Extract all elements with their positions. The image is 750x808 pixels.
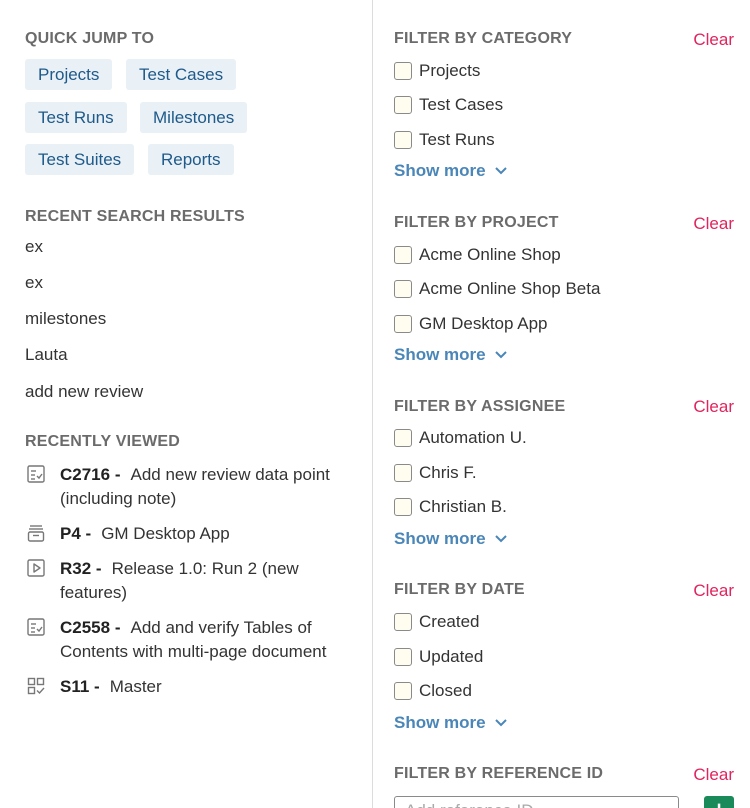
recent-search-item[interactable]: add new review bbox=[25, 382, 143, 402]
filters-panel: FILTER BY CATEGORY Clear Projects Test C… bbox=[373, 0, 750, 808]
checkbox[interactable] bbox=[394, 682, 412, 700]
recent-search-item[interactable]: Lauta bbox=[25, 345, 68, 365]
checkbox[interactable] bbox=[394, 429, 412, 447]
recently-viewed-id: R32 bbox=[60, 559, 92, 578]
recently-viewed-item[interactable]: C2716 - Add new review data point (includ… bbox=[25, 463, 355, 511]
filter-category-show-more[interactable]: Show more bbox=[394, 161, 508, 181]
chevron-down-icon bbox=[494, 351, 507, 359]
filter-date-option[interactable]: Updated bbox=[394, 647, 483, 667]
recently-viewed-title: RECENTLY VIEWED bbox=[25, 433, 181, 450]
search-sidebar-left: QUICK JUMP TO Projects Test Cases Test R… bbox=[0, 0, 372, 808]
filter-category-option[interactable]: Projects bbox=[394, 61, 480, 81]
reference-id-input[interactable] bbox=[394, 796, 679, 808]
quick-jump-test-suites[interactable]: Test Suites bbox=[25, 144, 135, 175]
recent-search-item[interactable]: ex bbox=[25, 273, 43, 293]
chevron-down-icon bbox=[494, 535, 507, 543]
quick-jump-test-cases[interactable]: Test Cases bbox=[126, 59, 237, 90]
checkbox[interactable] bbox=[394, 280, 412, 298]
recent-search-title: RECENT SEARCH RESULTS bbox=[25, 208, 245, 225]
filter-date-title: FILTER BY DATE bbox=[394, 581, 525, 598]
filter-reference-clear[interactable]: Clear bbox=[693, 765, 734, 785]
quick-jump-test-runs[interactable]: Test Runs bbox=[25, 102, 127, 133]
project-icon bbox=[25, 522, 47, 544]
filter-project-title: FILTER BY PROJECT bbox=[394, 214, 559, 231]
filter-date-option[interactable]: Closed bbox=[394, 681, 472, 701]
checkbox[interactable] bbox=[394, 96, 412, 114]
filter-project-option[interactable]: GM Desktop App bbox=[394, 314, 548, 334]
recent-search-item[interactable]: ex bbox=[25, 237, 43, 257]
filter-assignee-option[interactable]: Christian B. bbox=[394, 497, 507, 517]
filter-reference-title: FILTER BY REFERENCE ID bbox=[394, 765, 604, 782]
checkbox[interactable] bbox=[394, 246, 412, 264]
quick-jump-milestones[interactable]: Milestones bbox=[140, 102, 248, 133]
filter-assignee-option[interactable]: Chris F. bbox=[394, 463, 477, 483]
recently-viewed-item[interactable]: C2558 - Add and verify Tables of Contents… bbox=[25, 616, 355, 664]
recently-viewed-item[interactable]: P4 - GM Desktop App bbox=[25, 522, 355, 546]
test-run-icon bbox=[25, 557, 47, 579]
filter-project-option[interactable]: Acme Online Shop bbox=[394, 245, 561, 265]
chevron-down-icon bbox=[494, 167, 507, 175]
test-suite-icon bbox=[25, 675, 47, 697]
recently-viewed-id: S11 bbox=[60, 677, 90, 696]
test-case-icon bbox=[25, 616, 47, 638]
quick-jump-projects[interactable]: Projects bbox=[25, 59, 113, 90]
recently-viewed-id: C2716 bbox=[60, 465, 111, 484]
recently-viewed-id: P4 bbox=[60, 524, 81, 543]
filter-assignee-clear[interactable]: Clear bbox=[693, 397, 734, 417]
checkbox[interactable] bbox=[394, 62, 412, 80]
chevron-down-icon bbox=[494, 719, 507, 727]
recently-viewed-id: C2558 bbox=[60, 618, 111, 637]
filter-category-option[interactable]: Test Cases bbox=[394, 95, 503, 115]
filter-assignee-title: FILTER BY ASSIGNEE bbox=[394, 398, 566, 415]
filter-date-show-more[interactable]: Show more bbox=[394, 713, 508, 733]
filter-project-option[interactable]: Acme Online Shop Beta bbox=[394, 279, 600, 299]
recently-viewed-label: GM Desktop App bbox=[101, 524, 230, 543]
quick-jump-title: QUICK JUMP TO bbox=[25, 30, 155, 47]
filter-category-title: FILTER BY CATEGORY bbox=[394, 30, 573, 47]
add-reference-button[interactable]: + bbox=[704, 796, 734, 808]
checkbox[interactable] bbox=[394, 613, 412, 631]
filter-project-show-more[interactable]: Show more bbox=[394, 345, 508, 365]
recent-search-item[interactable]: milestones bbox=[25, 309, 106, 329]
recently-viewed-item[interactable]: R32 - Release 1.0: Run 2 (new features) bbox=[25, 557, 355, 605]
checkbox[interactable] bbox=[394, 648, 412, 666]
checkbox[interactable] bbox=[394, 464, 412, 482]
checkbox[interactable] bbox=[394, 131, 412, 149]
filter-date-option[interactable]: Created bbox=[394, 612, 479, 632]
quick-jump-reports[interactable]: Reports bbox=[148, 144, 234, 175]
recently-viewed-label: Master bbox=[109, 677, 162, 696]
recently-viewed-item[interactable]: S11 - Master bbox=[25, 675, 355, 699]
checkbox[interactable] bbox=[394, 315, 412, 333]
filter-category-clear[interactable]: Clear bbox=[693, 30, 734, 50]
filter-assignee-option[interactable]: Automation U. bbox=[394, 428, 527, 448]
checkbox[interactable] bbox=[394, 498, 412, 516]
filter-project-clear[interactable]: Clear bbox=[693, 214, 734, 234]
filter-date-clear[interactable]: Clear bbox=[693, 581, 734, 601]
test-case-icon bbox=[25, 463, 47, 485]
filter-category-option[interactable]: Test Runs bbox=[394, 130, 495, 150]
filter-assignee-show-more[interactable]: Show more bbox=[394, 529, 508, 549]
